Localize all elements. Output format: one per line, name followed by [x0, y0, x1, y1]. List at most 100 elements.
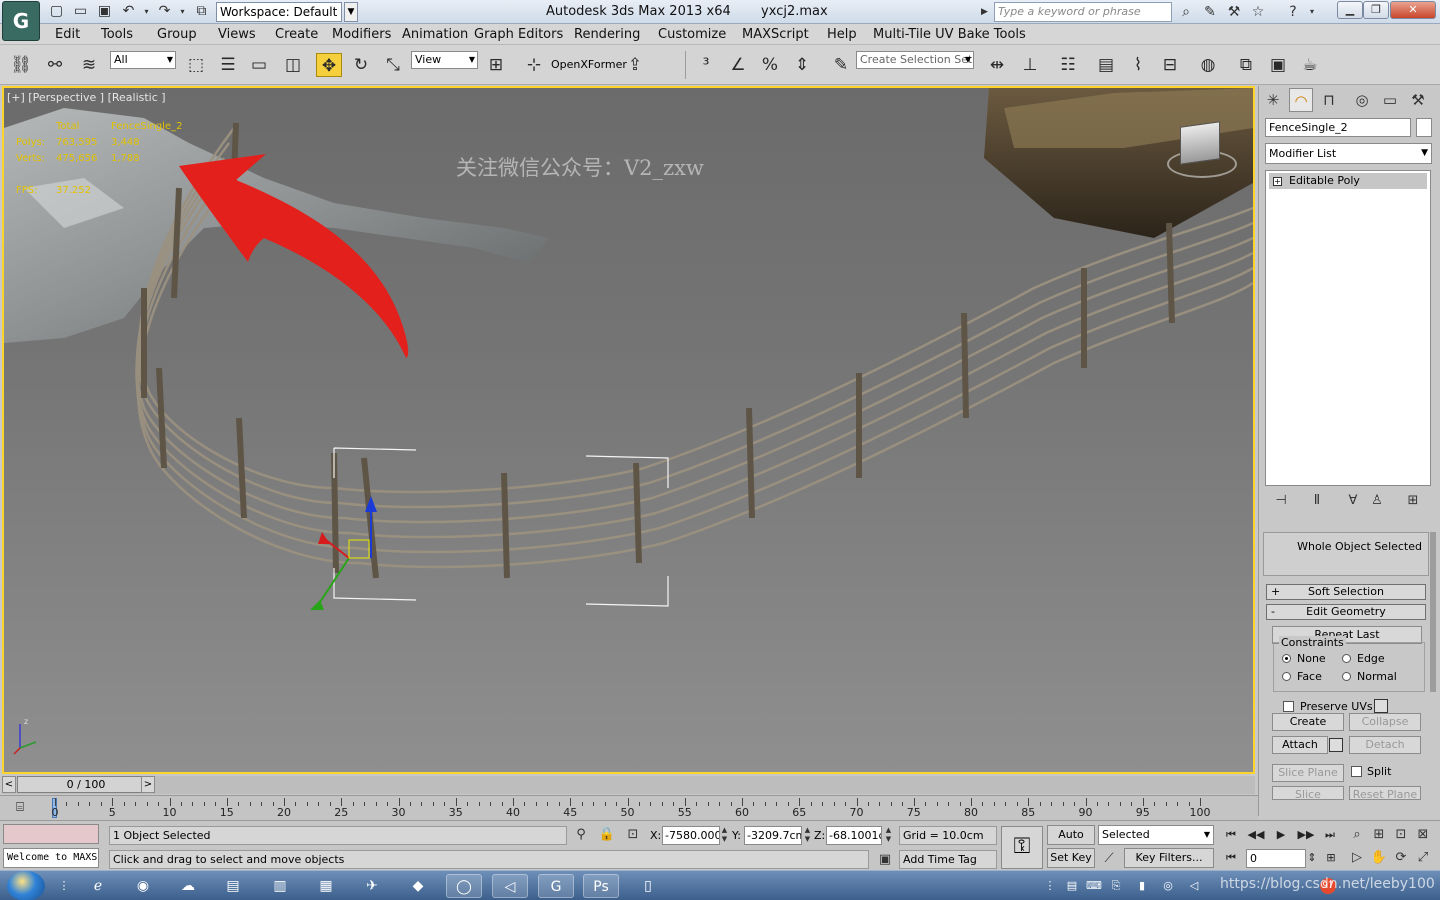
reset-plane-button[interactable]: Reset Plane [1349, 786, 1421, 800]
menu-create[interactable]: Create [275, 27, 318, 42]
command-panel-scrollbar[interactable] [1430, 532, 1436, 692]
minimize-button[interactable]: ▁ [1337, 1, 1363, 19]
constraint-edge-radio[interactable] [1342, 654, 1351, 663]
favorites-star-icon[interactable]: ☆ [1248, 3, 1268, 21]
modifier-stack-item[interactable]: + Editable Poly [1269, 173, 1427, 189]
redo-dropdown-icon[interactable]: ▾ [174, 3, 191, 20]
material-editor-icon[interactable]: ◍ [1195, 53, 1221, 77]
tray-document-icon[interactable]: ▤ [1064, 878, 1080, 894]
select-object-icon[interactable]: ⬚ [183, 53, 209, 77]
split-checkbox[interactable] [1351, 766, 1362, 777]
media-player-icon[interactable]: ▦ [308, 874, 344, 898]
play-icon[interactable]: ▶ [1270, 826, 1292, 844]
file-explorer-icon[interactable]: ▤ [215, 874, 251, 898]
menu-views[interactable]: Views [218, 27, 256, 42]
baidu-netdisk-icon[interactable]: ☁ [170, 874, 206, 898]
select-by-name-icon[interactable]: ☰ [215, 53, 241, 77]
field-of-view-icon[interactable]: ▷ [1347, 848, 1367, 867]
create-button[interactable]: Create [1272, 713, 1344, 731]
object-name-field[interactable]: FenceSingle_2 [1265, 118, 1411, 137]
display-tab-icon[interactable]: ▭ [1378, 88, 1402, 112]
absolute-mode-icon[interactable]: ⊡ [624, 826, 642, 844]
notepad-icon[interactable]: ▯ [630, 874, 666, 898]
zoom-all-icon[interactable]: ⊞ [1369, 825, 1389, 844]
menu-customize[interactable]: Customize [658, 27, 726, 42]
qq-icon[interactable]: ◯ [446, 874, 482, 898]
maxscript-listener-mini[interactable] [3, 824, 99, 844]
z-spinner-icon[interactable]: ▲ ▼ [884, 826, 893, 845]
previous-key-icon[interactable]: ◀◀ [1245, 826, 1267, 844]
tray-keyboard-icon[interactable]: ⌨ [1086, 878, 1102, 894]
selection-filter-dropdown[interactable]: All ▼ [110, 51, 176, 69]
attach-list-icon[interactable] [1329, 738, 1343, 752]
set-key-icon[interactable]: ⚿ [1001, 826, 1043, 869]
menu-group[interactable]: Group [157, 27, 197, 42]
tray-network-icon[interactable]: ◎ [1160, 878, 1176, 894]
go-to-end-icon[interactable]: ⏭ [1319, 826, 1341, 844]
mini-curve-editor-icon[interactable]: ⌸ [10, 800, 30, 816]
key-mode-toggle-icon[interactable]: ⏮ [1220, 849, 1242, 867]
openxformer-icon[interactable]: ⊹ [521, 53, 547, 77]
zoom-icon[interactable]: ⌕ [1347, 825, 1367, 844]
menu-maxscript[interactable]: MAXScript [742, 27, 809, 42]
x-spinner-icon[interactable]: ▲ ▼ [720, 826, 729, 845]
motion-tab-icon[interactable]: ◎ [1350, 88, 1374, 112]
slice-plane-button[interactable]: Slice Plane [1272, 764, 1344, 782]
viewcube-icon[interactable] [1180, 121, 1220, 165]
chrome-icon[interactable]: ◉ [125, 874, 161, 898]
utilities-tab-icon[interactable]: ⚒ [1406, 88, 1430, 112]
select-and-move-icon[interactable]: ✥ [316, 53, 342, 77]
make-unique-icon[interactable]: ∀ [1345, 493, 1361, 511]
photoshop-icon[interactable]: Ps [583, 874, 619, 898]
new-file-icon[interactable]: ▢ [48, 3, 65, 20]
internet-explorer-icon[interactable]: ℯ [80, 874, 116, 898]
layer-manager-icon[interactable]: ☷ [1055, 53, 1081, 77]
zoom-extents-all-icon[interactable]: ⊠ [1413, 825, 1433, 844]
go-to-start-icon[interactable]: ⏮ [1220, 826, 1242, 844]
named-selection-dropdown[interactable]: Create Selection Set ▼ [856, 51, 974, 69]
align-icon[interactable]: ⊥ [1017, 53, 1043, 77]
help-dropdown-icon[interactable]: ▾ [1302, 3, 1322, 21]
unlink-icon[interactable]: ⚯ [42, 53, 68, 77]
graphite-ribbon-icon[interactable]: ▤ [1093, 53, 1119, 77]
photo-viewer-icon[interactable]: ◆ [400, 874, 436, 898]
slice-button[interactable]: Slice [1272, 786, 1344, 800]
collapse-button[interactable]: Collapse [1349, 713, 1421, 731]
constraint-none-radio[interactable] [1282, 654, 1291, 663]
pan-view-icon[interactable]: ✋ [1369, 848, 1389, 867]
menu-animation[interactable]: Animation [402, 27, 468, 42]
menu-edit[interactable]: Edit [55, 27, 80, 42]
rendered-frame-window-icon[interactable]: ▣ [1265, 53, 1291, 77]
maximize-viewport-icon[interactable]: ⤢ [1413, 848, 1433, 867]
tray-usb-icon[interactable]: ⎘ [1108, 878, 1124, 894]
unity-icon[interactable]: ◁ [492, 874, 528, 898]
remove-modifier-icon[interactable]: ♙ [1369, 493, 1385, 511]
set-key-button[interactable]: Set Key [1047, 848, 1095, 868]
time-configuration-icon[interactable]: ⊞ [1320, 849, 1342, 867]
search-expand-icon[interactable]: ▶ [981, 3, 992, 21]
communication-icon[interactable]: ⚒ [1224, 3, 1244, 21]
auto-key-button[interactable]: Auto Key [1047, 825, 1095, 859]
keyboard-shortcut-override-icon[interactable]: ⇪ [622, 53, 648, 77]
tray-battery-icon[interactable]: ▮ [1134, 878, 1150, 894]
binoculars-icon[interactable]: ⌕ [1176, 3, 1196, 21]
search-input[interactable]: Type a keyword or phrase [994, 2, 1172, 22]
curve-editor-icon[interactable]: ⌇ [1125, 53, 1151, 77]
percent-snap-icon[interactable]: % [757, 53, 783, 77]
select-and-link-icon[interactable]: ⛓ [8, 53, 34, 77]
show-end-result-icon[interactable]: Ⅱ [1309, 493, 1325, 511]
object-color-swatch[interactable] [1416, 118, 1432, 137]
window-crossing-icon[interactable]: ◫ [280, 53, 306, 77]
tray-volume-icon[interactable]: ◁ [1186, 878, 1202, 894]
soft-selection-rollout[interactable]: + Soft Selection [1266, 584, 1426, 600]
feishu-icon[interactable]: ✈ [354, 874, 390, 898]
openxformer-label[interactable]: OpenXFormer [551, 58, 627, 71]
modify-tab-icon[interactable]: ◠ [1289, 88, 1313, 112]
perspective-viewport[interactable]: [+] [Perspective ] [Realistic ] Total Fe… [2, 86, 1255, 774]
maxscript-welcome[interactable]: Welcome to MAXS [3, 848, 99, 868]
preserve-uvs-checkbox[interactable] [1283, 701, 1294, 712]
workspace-dropdown[interactable]: Workspace: Default [216, 2, 342, 22]
menu-help[interactable]: Help [827, 27, 857, 42]
expand-icon[interactable]: + [1273, 177, 1282, 186]
viewport-label[interactable]: [+] [Perspective ] [Realistic ] [7, 91, 166, 104]
